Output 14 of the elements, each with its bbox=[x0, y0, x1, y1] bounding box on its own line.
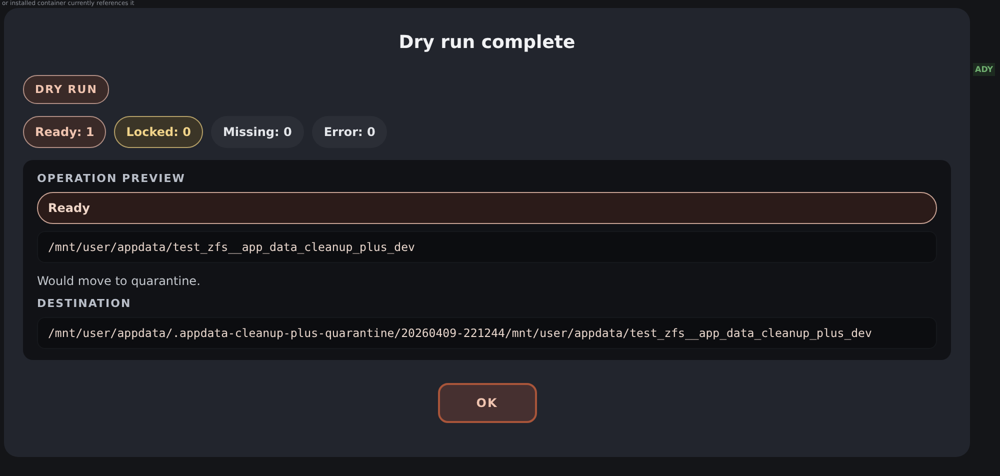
count-chip: Missing: 0 bbox=[210, 116, 304, 148]
destination-path: /mnt/user/appdata/.appdata-cleanup-plus-quarantine/20260409-221244/mnt/user/appdata/test_zfs__app_data_cleanup_plus_dev bbox=[37, 317, 937, 349]
count-chip: Locked: 0 bbox=[114, 116, 203, 148]
status-bar: Ready bbox=[37, 192, 937, 224]
ok-button[interactable]: OK bbox=[438, 383, 536, 423]
count-chip: Error: 0 bbox=[312, 116, 388, 148]
source-path: /mnt/user/appdata/test_zfs__app_data_cleanup_plus_dev bbox=[37, 231, 937, 263]
section-heading: DESTINATION bbox=[37, 297, 132, 310]
dialog-title: Dry run complete bbox=[398, 32, 576, 53]
status-badge: ADY bbox=[973, 63, 996, 76]
section-heading: OPERATION PREVIEW bbox=[37, 172, 186, 185]
count-chip: Ready: 1 bbox=[23, 116, 106, 148]
preview-message: Would move to quarantine. bbox=[37, 274, 202, 288]
mode-badge: DRY RUN bbox=[23, 75, 110, 104]
